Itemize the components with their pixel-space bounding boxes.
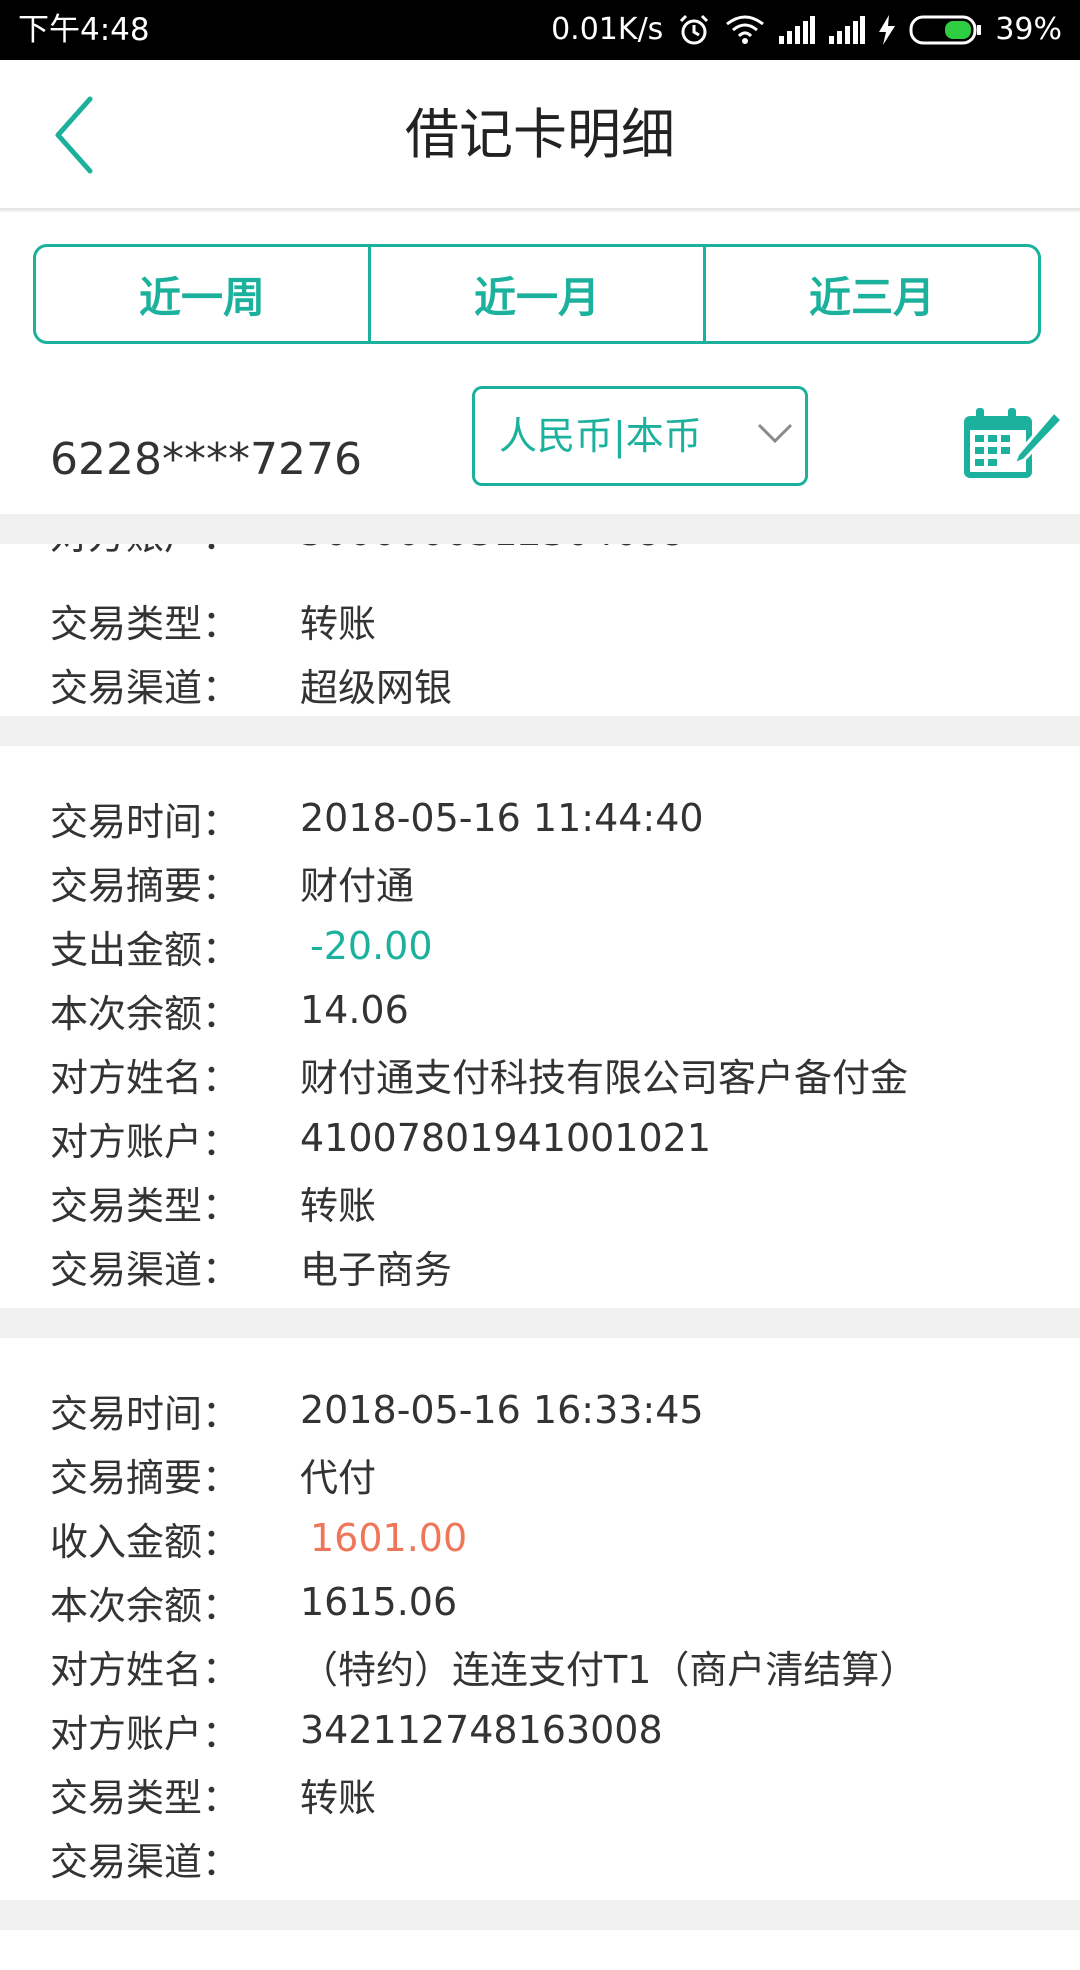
field-value: 2018-05-16 11:44:40	[300, 796, 704, 840]
transaction-record[interactable]: 交易时间： 2018-05-16 11:44:40 交易摘要： 财付通 支出金额…	[0, 746, 1080, 1308]
signal-icon	[829, 0, 866, 60]
field-label: 对方姓名：	[50, 1055, 241, 1100]
card-number: 6228****7276	[50, 434, 362, 485]
calendar-edit-icon	[964, 408, 1065, 478]
record-row: 交易摘要： 财付通	[0, 850, 1080, 914]
field-label: 交易时间：	[50, 1391, 241, 1436]
record-row: 交易类型： 转账	[0, 588, 1080, 652]
app-header: 借记卡明细	[0, 60, 1080, 210]
field-label: 对方账户：	[0, 544, 300, 560]
field-value: 转账	[300, 601, 377, 646]
tab-last-three-months[interactable]: 近三月	[703, 247, 1038, 341]
record-row: 对方账户： 5000000312304099	[0, 544, 1080, 564]
period-tabs: 近一周 近一月 近三月	[33, 244, 1041, 344]
record-row: 对方姓名： 财付通支付科技有限公司客户备付金	[0, 1042, 1080, 1106]
record-row: 交易类型： 转账	[0, 1762, 1080, 1826]
record-row: 交易摘要： 代付	[0, 1442, 1080, 1506]
field-label: 交易渠道：	[50, 1247, 241, 1292]
field-value: 超级网银	[300, 665, 453, 710]
record-row: 交易类型： 转账	[0, 1170, 1080, 1234]
field-value: 转账	[300, 1775, 377, 1820]
transaction-record[interactable]: 交易时间： 2018-05-16 16:33:45 交易摘要： 代付 收入金额：…	[0, 1338, 1080, 1900]
field-label: 交易时间：	[50, 799, 241, 844]
record-row: 对方账户： 41007801941001021	[0, 1106, 1080, 1170]
record-row: 交易时间： 2018-05-16 16:33:45	[0, 1378, 1080, 1442]
record-row: 交易渠道： 电子商务	[0, 1234, 1080, 1298]
field-label: 对方账户：	[50, 1711, 241, 1756]
field-label: 交易摘要：	[50, 1455, 241, 1500]
field-label: 对方账户：	[50, 1119, 241, 1164]
field-label: 交易摘要：	[50, 863, 241, 908]
partial-row-container: 对方账户： 5000000312304099	[0, 544, 1080, 588]
list-divider	[0, 1900, 1080, 1930]
field-label: 交易类型：	[50, 601, 241, 646]
field-value: 转账	[300, 1183, 377, 1228]
currency-selected: 人民币|本币	[499, 414, 702, 458]
list-divider	[0, 716, 1080, 746]
tab-last-week[interactable]: 近一周	[36, 247, 368, 341]
network-speed: 0.01K/s	[551, 12, 664, 47]
record-row: 本次余额： 14.06	[0, 978, 1080, 1042]
wifi-icon	[725, 0, 765, 60]
record-row: 支出金额： -20.00	[0, 914, 1080, 978]
back-button[interactable]	[50, 92, 130, 178]
battery-percent: 39%	[995, 12, 1062, 47]
field-label: 交易类型：	[50, 1183, 241, 1228]
field-value: 代付	[300, 1455, 377, 1500]
record-row: 交易渠道： 超级网银	[0, 652, 1080, 716]
expense-amount: -20.00	[310, 924, 433, 968]
field-value: 财付通	[300, 863, 415, 908]
field-value: 41007801941001021	[300, 1116, 712, 1160]
calendar-button[interactable]	[956, 402, 1066, 488]
status-bar: 下午4:48 0.01K/s 39%	[0, 0, 1080, 60]
status-time: 下午4:48	[18, 12, 150, 48]
record-row: 对方账户： 342112748163008	[0, 1698, 1080, 1762]
transaction-record-partial	[0, 1930, 1080, 1970]
record-row: 收入金额： 1601.00	[0, 1506, 1080, 1570]
field-value: 1615.06	[300, 1580, 458, 1624]
charging-icon	[879, 0, 896, 60]
field-value: 财付通支付科技有限公司客户备付金	[300, 1055, 909, 1100]
field-value: 14.06	[300, 988, 409, 1032]
list-divider	[0, 514, 1080, 544]
field-value: 342112748163008	[300, 1708, 663, 1752]
signal-icon	[779, 0, 816, 60]
field-label: 本次余额：	[50, 1583, 241, 1628]
record-row: 交易时间： 2018-05-16 11:44:40	[0, 786, 1080, 850]
field-label: 对方姓名：	[50, 1647, 241, 1692]
field-value: （特约）连连支付T1（商户清结算）	[300, 1647, 918, 1692]
page-title: 借记卡明细	[405, 103, 675, 166]
transaction-record: 对方账户： 5000000312304099 交易类型： 转账 交易渠道： 超级…	[0, 544, 1080, 716]
filter-area: 近一周 近一月 近三月 6228****7276 人民币|本币	[0, 212, 1080, 514]
field-value: 2018-05-16 16:33:45	[300, 1388, 704, 1432]
field-label: 交易渠道：	[50, 665, 241, 710]
chevron-left-icon	[55, 96, 93, 174]
field-label: 交易渠道：	[50, 1839, 241, 1884]
record-row: 交易渠道：	[0, 1826, 1080, 1890]
field-value: 5000000312304099	[300, 544, 1080, 554]
field-label: 支出金额：	[50, 927, 241, 972]
currency-select[interactable]: 人民币|本币	[472, 386, 808, 486]
alarm-icon	[677, 0, 711, 60]
field-label: 交易类型：	[50, 1775, 241, 1820]
transaction-list: 对方账户： 5000000312304099 交易类型： 转账 交易渠道： 超级…	[0, 514, 1080, 1970]
battery-icon	[909, 0, 982, 60]
field-label: 收入金额：	[50, 1519, 241, 1564]
income-amount: 1601.00	[310, 1516, 468, 1560]
list-divider	[0, 1308, 1080, 1338]
chevron-down-icon	[755, 419, 795, 453]
record-row: 对方姓名： （特约）连连支付T1（商户清结算）	[0, 1634, 1080, 1698]
field-value: 电子商务	[300, 1247, 453, 1292]
tab-last-month[interactable]: 近一月	[368, 247, 703, 341]
record-row: 本次余额： 1615.06	[0, 1570, 1080, 1634]
field-label: 本次余额：	[50, 991, 241, 1036]
status-right: 0.01K/s 39%	[537, 0, 1062, 60]
